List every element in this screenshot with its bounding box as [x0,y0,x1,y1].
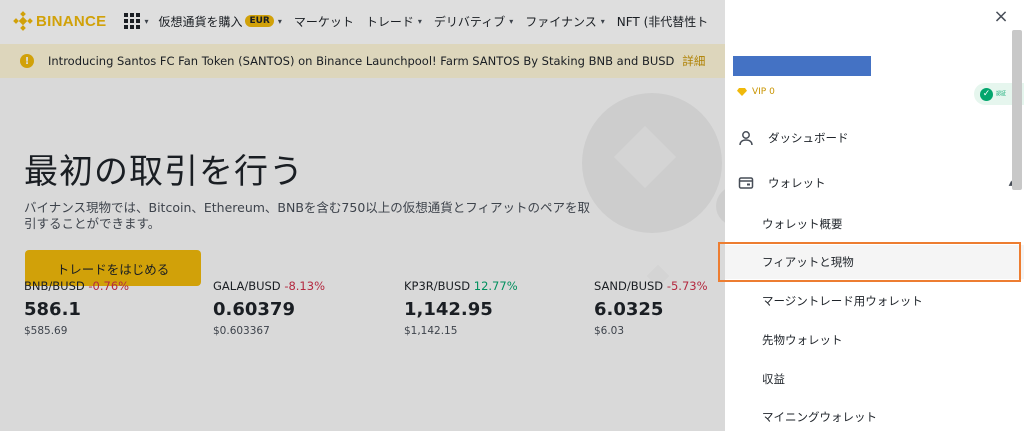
wallet-icon [738,175,754,191]
vip-gem-icon [737,88,747,96]
drawer-scrollbar[interactable] [1012,30,1022,190]
user-icon [738,130,754,146]
submenu-wallet-overview[interactable]: ウォレット概要 [725,207,1024,241]
redacted-username [733,56,871,76]
menu-wallet[interactable]: ウォレット ▲ [725,165,1024,201]
annotation-highlight-box [718,242,1021,282]
submenu-margin-wallet[interactable]: マージントレード用ウォレット [725,284,1024,318]
close-icon[interactable]: × [992,8,1010,26]
submenu-earnings[interactable]: 収益 [725,362,1024,396]
menu-wallet-label: ウォレット [768,176,826,190]
submenu-mining-wallet[interactable]: マイニングウォレット [725,400,1024,431]
vip-label: VIP 0 [752,87,775,97]
menu-dashboard-label: ダッシュボード [768,131,849,145]
vip-level[interactable]: VIP 0 [737,87,775,97]
submenu-futures-wallet[interactable]: 先物ウォレット [725,323,1024,357]
menu-dashboard[interactable]: ダッシュボード [725,120,1024,156]
check-icon: ✓ [980,87,993,101]
account-drawer: × VIP 0 ✓ 認証 ダッシュボード ウォレット ▲ ウォレット概要 フィア… [725,0,1024,431]
verified-label: 認証 [996,91,1007,97]
modal-backdrop[interactable] [0,0,725,431]
